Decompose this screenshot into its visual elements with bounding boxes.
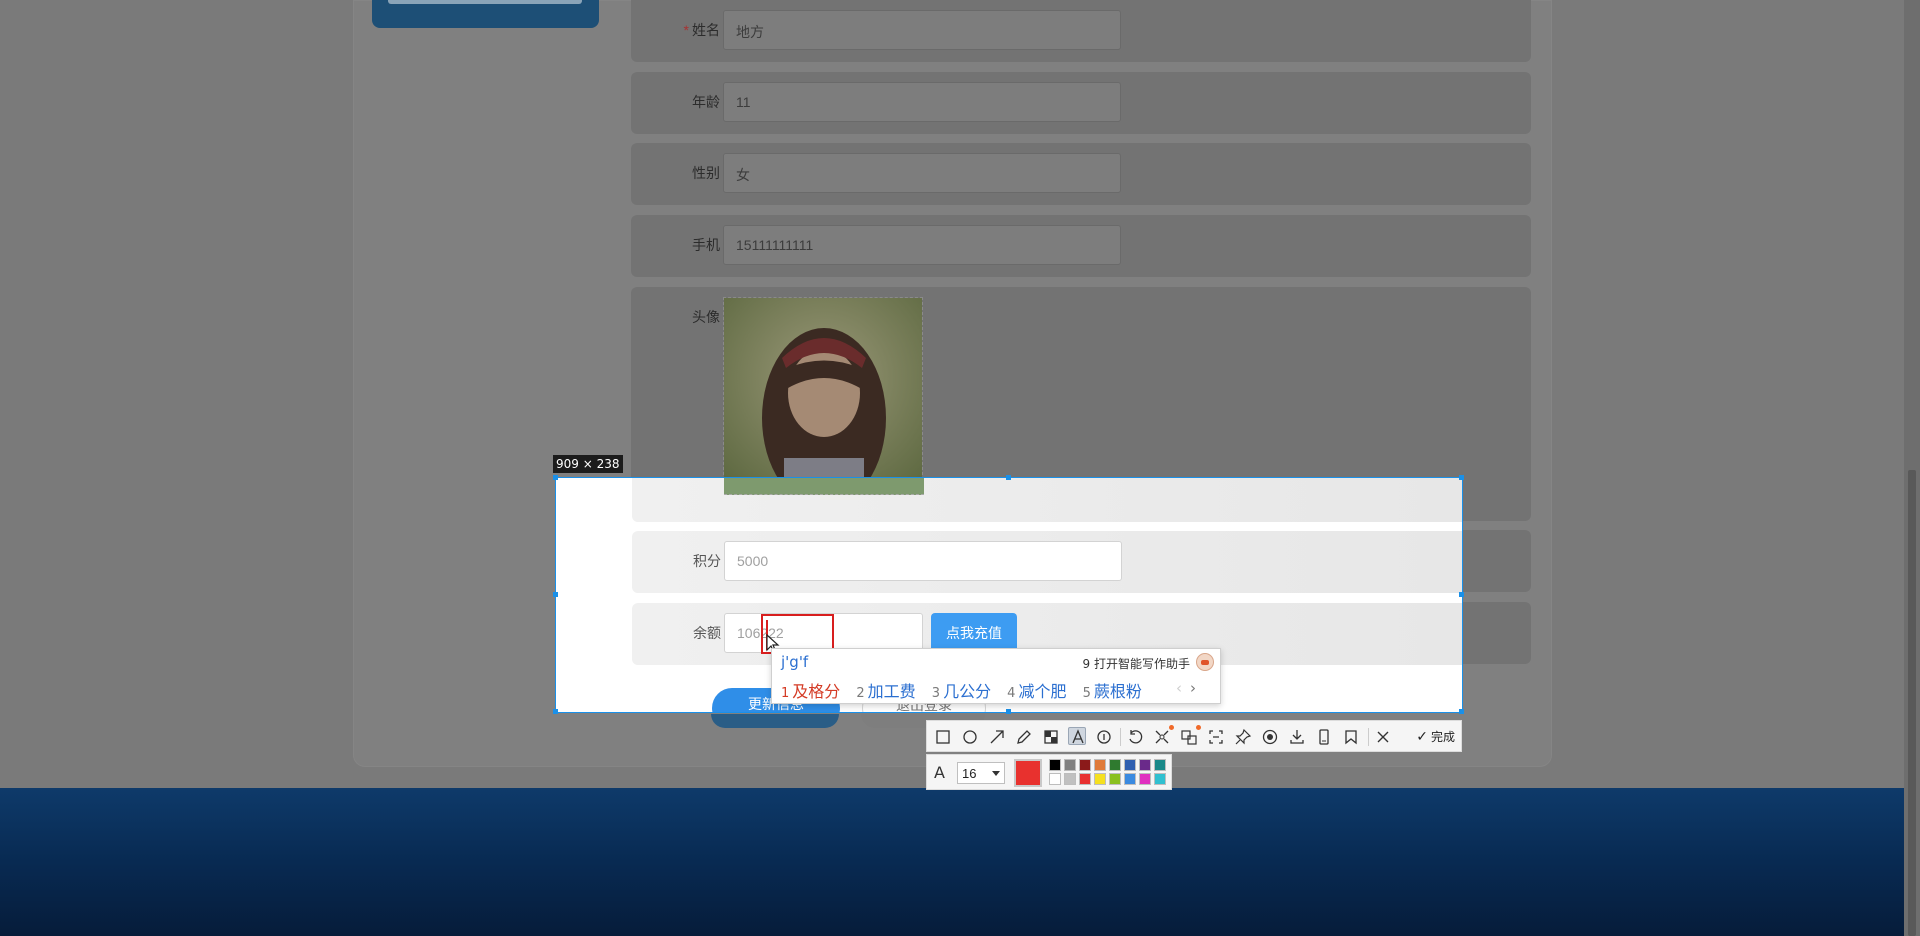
current-color-swatch[interactable]: [1014, 759, 1042, 787]
pen-icon[interactable]: [1015, 728, 1033, 746]
avatar[interactable]: [723, 297, 923, 495]
form-row-points: 积分 5000: [632, 531, 1462, 593]
translate-icon[interactable]: [1180, 725, 1201, 746]
color-swatch[interactable]: [1049, 773, 1061, 785]
ime-writing-assistant[interactable]: 9 打开智能写作助手: [1083, 655, 1190, 672]
resize-handle-r[interactable]: [1459, 592, 1464, 597]
chevron-down-icon: [992, 771, 1000, 776]
resize-handle-bl[interactable]: [553, 709, 558, 714]
bookmark-icon[interactable]: [1342, 728, 1360, 746]
scrollbar-thumb[interactable]: [1908, 470, 1916, 936]
form-row-phone: 手机 15111111111: [631, 215, 1531, 277]
serial-number-icon[interactable]: [1095, 728, 1113, 746]
sidebar-button-inner: [388, 0, 582, 4]
ime-candidate-window: j'g'f 9 打开智能写作助手 1 及格分 2 加工费 3 几公分 4 减个肥 5 蕨根…: [771, 648, 1221, 704]
mosaic-icon[interactable]: [1042, 728, 1060, 746]
balance-label: 余额: [693, 625, 721, 641]
toolbar-divider: [1120, 728, 1121, 746]
pin-icon[interactable]: [1234, 728, 1252, 746]
resize-handle-b[interactable]: [1006, 709, 1011, 714]
close-icon[interactable]: [1374, 728, 1392, 746]
color-swatch[interactable]: [1154, 773, 1166, 785]
record-icon[interactable]: [1261, 728, 1279, 746]
ime-candidate[interactable]: 3 几公分: [932, 682, 991, 701]
text-icon[interactable]: [1068, 727, 1086, 745]
page-footer: [0, 788, 1920, 936]
save-icon[interactable]: [1315, 728, 1333, 746]
rectangle-icon[interactable]: [934, 728, 952, 746]
arrow-icon[interactable]: [988, 728, 1006, 746]
selection-size-label: 909 × 238: [553, 455, 623, 473]
ocr-icon[interactable]: [1153, 725, 1174, 746]
text-style-toolbar: A 16: [926, 754, 1172, 790]
name-input[interactable]: 地方: [723, 10, 1121, 50]
age-input[interactable]: 11: [723, 82, 1121, 122]
color-swatch[interactable]: [1064, 759, 1076, 771]
color-swatch[interactable]: [1094, 759, 1106, 771]
color-swatch[interactable]: [1139, 759, 1151, 771]
color-swatch[interactable]: [1049, 759, 1061, 771]
ellipse-icon[interactable]: [961, 728, 979, 746]
ime-next-page-icon[interactable]: ›: [1190, 679, 1196, 697]
resize-handle-tr[interactable]: [1459, 475, 1464, 480]
long-screenshot-icon[interactable]: [1207, 728, 1225, 746]
age-label: 年龄: [692, 94, 720, 110]
points-label: 积分: [693, 553, 721, 569]
color-swatch[interactable]: [1139, 773, 1151, 785]
points-input[interactable]: 5000: [724, 541, 1122, 581]
color-swatch[interactable]: [1154, 759, 1166, 771]
ime-candidate[interactable]: 1 及格分: [781, 682, 840, 701]
required-mark: *: [683, 22, 689, 38]
color-swatch[interactable]: [1064, 773, 1076, 785]
color-swatch[interactable]: [1109, 759, 1121, 771]
recharge-button[interactable]: 点我充值: [931, 613, 1017, 653]
update-button-shadow: [711, 714, 839, 728]
gender-select[interactable]: 女: [723, 153, 1121, 193]
resize-handle-tl[interactable]: [553, 475, 558, 480]
ime-candidate[interactable]: 2 加工费: [856, 682, 915, 701]
resize-handle-t[interactable]: [1006, 475, 1011, 480]
assistant-icon[interactable]: [1196, 653, 1214, 671]
ime-candidate[interactable]: 5 蕨根粉: [1083, 682, 1142, 701]
confirm-icon: ✓: [1416, 729, 1428, 745]
font-size-select[interactable]: 16: [957, 762, 1005, 784]
color-swatch[interactable]: [1124, 759, 1136, 771]
name-label: * 姓名: [683, 22, 720, 38]
ime-candidate[interactable]: 4 减个肥: [1007, 682, 1066, 701]
font-icon: A: [934, 763, 945, 782]
toolbar-divider: [1368, 728, 1369, 746]
form-row-gender: 性别 女: [631, 143, 1531, 205]
form-row-age: 年龄 11: [631, 72, 1531, 134]
ime-pager: ‹ ›: [1168, 679, 1196, 697]
form-row-name: * 姓名 地方: [631, 0, 1531, 62]
color-swatch[interactable]: [1124, 773, 1136, 785]
resize-handle-l[interactable]: [553, 592, 558, 597]
gender-label: 性别: [692, 165, 720, 181]
undo-icon[interactable]: [1126, 728, 1144, 746]
ime-composition: j'g'f: [781, 653, 809, 671]
page-scrollbar[interactable]: [1904, 0, 1920, 936]
download-icon[interactable]: [1288, 728, 1306, 746]
ime-candidates: 1 及格分 2 加工费 3 几公分 4 减个肥 5 蕨根粉: [781, 678, 1153, 702]
phone-label: 手机: [692, 237, 720, 253]
color-swatch[interactable]: [1079, 773, 1091, 785]
sidebar-button[interactable]: [372, 0, 599, 28]
ime-prev-page-icon[interactable]: ‹: [1176, 679, 1182, 697]
avatar-bottom-edge: [724, 478, 924, 495]
resize-handle-br[interactable]: [1459, 709, 1464, 714]
color-swatch[interactable]: [1109, 773, 1121, 785]
color-swatch[interactable]: [1079, 759, 1091, 771]
color-swatch[interactable]: [1094, 773, 1106, 785]
done-button[interactable]: ✓ 完成: [1416, 728, 1455, 745]
avatar-label: 头像: [692, 309, 720, 325]
phone-input[interactable]: 15111111111: [723, 225, 1121, 265]
screenshot-toolbar: ✓ 完成: [926, 720, 1462, 752]
